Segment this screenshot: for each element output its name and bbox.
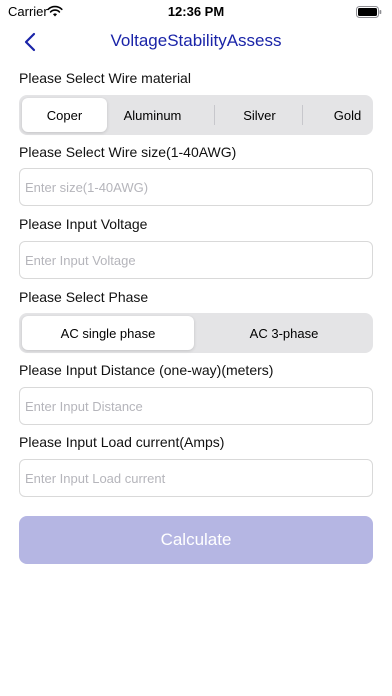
status-time: 12:36 PM: [167, 4, 225, 19]
voltage-label: Please Input Voltage: [19, 216, 148, 232]
distance-input[interactable]: Enter Input Distance: [19, 387, 373, 425]
segment-ac-3-phase[interactable]: AC 3-phase: [198, 316, 370, 350]
wire-size-placeholder: Enter size(1-40AWG): [25, 180, 149, 195]
calculate-button[interactable]: Calculate: [19, 516, 373, 564]
wire-size-input[interactable]: Enter size(1-40AWG): [19, 168, 373, 206]
status-bar: Carrier 12:36 PM: [0, 0, 392, 22]
wire-material-segmented-control: Coper Aluminum Silver Gold: [19, 95, 373, 135]
battery-icon: [356, 5, 382, 23]
load-current-placeholder: Enter Input Load current: [25, 471, 166, 486]
phase-label: Please Select Phase: [19, 289, 149, 305]
distance-label: Please Input Distance (one-way)(meters): [19, 362, 274, 378]
voltage-input[interactable]: Enter Input Voltage: [19, 241, 373, 279]
page-title: VoltageStabilityAssess: [110, 31, 282, 50]
segment-ac-single-phase[interactable]: AC single phase: [22, 316, 194, 350]
wire-size-label: Please Select Wire size(1-40AWG): [19, 144, 237, 160]
phase-segmented-control: AC single phase AC 3-phase: [19, 313, 373, 353]
segment-gold[interactable]: Gold: [305, 98, 390, 132]
load-current-input[interactable]: Enter Input Load current: [19, 459, 373, 497]
navigation-bar: VoltageStabilityAssess: [0, 22, 392, 62]
load-current-label: Please Input Load current(Amps): [19, 434, 225, 450]
voltage-placeholder: Enter Input Voltage: [25, 253, 136, 268]
wire-material-label: Please Select Wire material: [19, 70, 191, 86]
segment-divider: [214, 105, 215, 125]
distance-placeholder: Enter Input Distance: [25, 399, 143, 414]
segment-silver[interactable]: Silver: [217, 98, 302, 132]
segment-coper[interactable]: Coper: [22, 98, 107, 132]
segment-aluminum[interactable]: Aluminum: [110, 98, 195, 132]
segment-divider: [302, 105, 303, 125]
